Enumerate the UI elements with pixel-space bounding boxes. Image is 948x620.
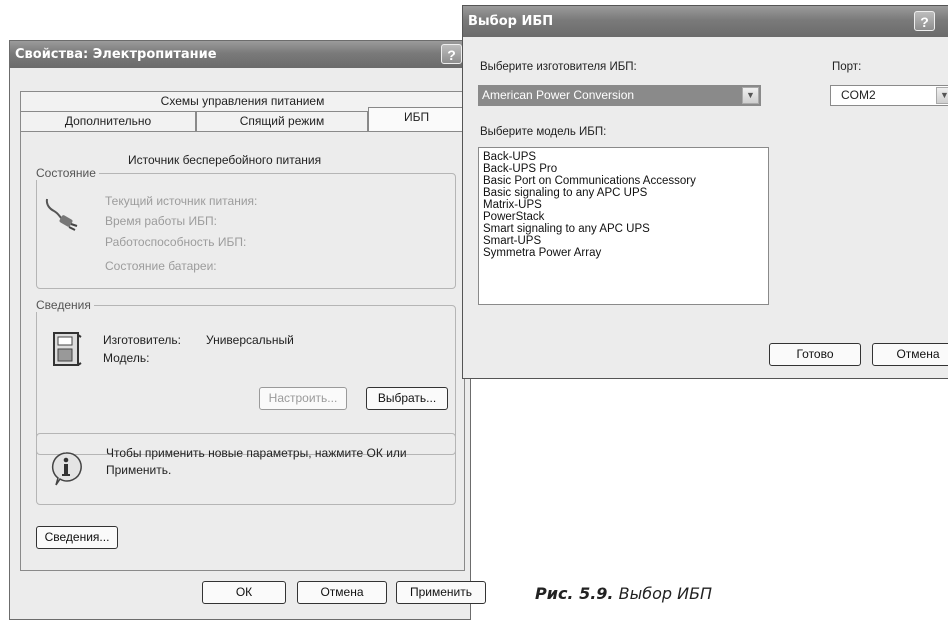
info-icon xyxy=(50,451,82,487)
select-button[interactable]: Выбрать... xyxy=(366,387,448,410)
info-text-line2: Применить. xyxy=(106,463,172,477)
list-item[interactable]: Basic signaling to any APC UPS xyxy=(479,187,768,199)
ups-model-list[interactable]: Back-UPS Back-UPS Pro Basic Port on Comm… xyxy=(478,147,769,305)
chevron-down-icon[interactable]: ▼ xyxy=(742,87,759,104)
list-item[interactable]: Smart-UPS xyxy=(479,235,768,247)
ups-model-label: Выберите модель ИБП: xyxy=(480,126,607,138)
status-health: Работоспособность ИБП: xyxy=(105,235,247,249)
tab-hibernate[interactable]: Спящий режим xyxy=(196,111,368,131)
ok-button[interactable]: ОК xyxy=(202,581,286,604)
power-properties-dialog: Свойства: Электропитание ? Схемы управле… xyxy=(9,40,486,620)
tab-hibernate-label: Спящий режим xyxy=(239,114,325,128)
tab-ups[interactable]: ИБП xyxy=(368,107,465,132)
figure-caption: Рис. 5.9. Выбор ИБП xyxy=(535,584,712,603)
port-label: Порт: xyxy=(832,61,862,73)
status-group: Состояние xyxy=(33,166,456,289)
chevron-down-icon[interactable]: ▼ xyxy=(936,87,948,104)
ups-manufacturer-value: American Power Conversion xyxy=(482,88,635,102)
list-item[interactable]: PowerStack xyxy=(479,211,768,223)
info-box xyxy=(36,433,456,505)
properties-cancel-button[interactable]: Отмена xyxy=(297,581,387,604)
details-button[interactable]: Сведения... xyxy=(36,526,118,549)
ups-select-dialog: Выбор ИБП ? Выберите изготовителя ИБП: A… xyxy=(462,5,948,379)
list-item[interactable]: Back-UPS xyxy=(479,151,768,163)
port-select[interactable]: COM2 ▼ xyxy=(830,85,948,106)
info-text-line1: Чтобы применить новые параметры, нажмите… xyxy=(106,446,407,460)
configure-button[interactable]: Настроить... xyxy=(259,387,347,410)
finish-button[interactable]: Готово xyxy=(769,343,861,366)
tab-power-schemes-label: Схемы управления питанием xyxy=(160,94,325,108)
figure-caption-label: Рис. 5.9. xyxy=(535,584,614,603)
manufacturer-value: Универсальный xyxy=(206,333,294,347)
manufacturer-label: Изготовитель: xyxy=(103,333,181,347)
list-item[interactable]: Symmetra Power Array xyxy=(479,247,768,259)
properties-title-bar[interactable]: Свойства: Электропитание xyxy=(10,41,470,68)
ups-cancel-button[interactable]: Отмена xyxy=(872,343,948,366)
properties-help-button[interactable]: ? xyxy=(441,44,462,64)
figure-caption-text: Выбор ИБП xyxy=(618,584,713,603)
tab-ups-label: ИБП xyxy=(403,110,430,124)
tab-advanced[interactable]: Дополнительно xyxy=(20,111,196,131)
port-value: COM2 xyxy=(841,88,876,102)
properties-title: Свойства: Электропитание xyxy=(15,47,217,62)
ups-dialog-title-bar[interactable]: Выбор ИБП xyxy=(463,6,948,37)
apply-button[interactable]: Применить xyxy=(396,581,486,604)
list-item[interactable]: Basic Port on Communications Accessory xyxy=(479,175,768,187)
status-current-source: Текущий источник питания: xyxy=(105,194,258,208)
ups-dialog-help-button[interactable]: ? xyxy=(914,11,935,31)
status-battery: Состояние батареи: xyxy=(105,259,217,273)
ups-section-header: Источник бесперебойного питания xyxy=(128,153,322,167)
model-label: Модель: xyxy=(103,351,150,365)
ups-manufacturer-select[interactable]: American Power Conversion ▼ xyxy=(478,85,761,106)
details-group-title: Сведения xyxy=(33,298,94,312)
tab-advanced-label: Дополнительно xyxy=(64,114,152,128)
list-item[interactable]: Back-UPS Pro xyxy=(479,163,768,175)
list-item[interactable]: Smart signaling to any APC UPS xyxy=(479,223,768,235)
status-runtime: Время работы ИБП: xyxy=(105,214,217,228)
list-item[interactable]: Matrix-UPS xyxy=(479,199,768,211)
ups-manufacturer-label: Выберите изготовителя ИБП: xyxy=(480,61,637,73)
power-plug-icon xyxy=(44,195,80,231)
status-group-title: Состояние xyxy=(33,166,99,180)
ups-dialog-title: Выбор ИБП xyxy=(468,14,554,29)
ups-device-icon xyxy=(52,331,82,367)
